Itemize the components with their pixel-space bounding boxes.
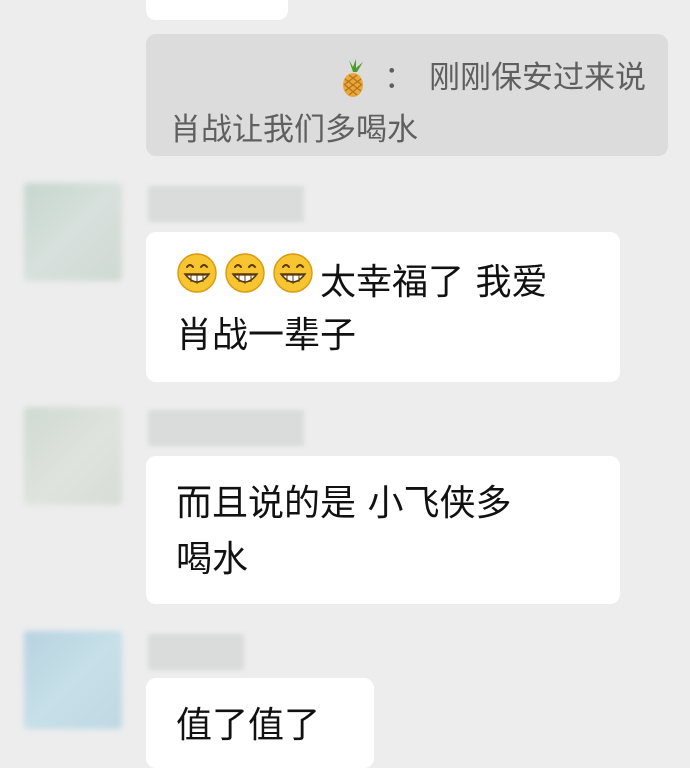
chat-area: ： 刚刚保安过来说 肖战让我们多喝水 太幸福了 我爱 肖战一辈子 而且说的是 小… bbox=[0, 0, 690, 768]
quote-text-line1: 刚刚保安过来说 bbox=[429, 60, 646, 96]
message-text: 值了值了 bbox=[176, 705, 321, 746]
sender-name bbox=[148, 186, 304, 222]
emoji-group bbox=[176, 252, 320, 294]
message-text: 肖战一辈子 bbox=[176, 315, 357, 356]
message-text: 太幸福了 我爱 bbox=[320, 262, 548, 303]
message-text: 喝水 bbox=[176, 539, 249, 580]
quoted-message[interactable]: ： 刚刚保安过来说 肖战让我们多喝水 bbox=[146, 34, 668, 156]
avatar[interactable] bbox=[24, 631, 122, 729]
message-text: 而且说的是 小飞侠多 bbox=[176, 483, 512, 524]
message-bubble[interactable]: 而且说的是 小飞侠多 喝水 bbox=[146, 456, 620, 604]
message-bubble[interactable]: 值了值了 bbox=[146, 678, 374, 768]
quote-header: ： 刚刚保安过来说 bbox=[170, 52, 646, 104]
message-bubble[interactable]: 太幸福了 我爱 肖战一辈子 bbox=[146, 232, 620, 382]
pineapple-icon bbox=[336, 58, 370, 98]
grin-emoji-icon bbox=[273, 253, 313, 293]
grin-emoji-icon bbox=[177, 253, 217, 293]
avatar[interactable] bbox=[24, 407, 122, 505]
avatar[interactable] bbox=[24, 183, 122, 281]
sender-name bbox=[148, 634, 244, 670]
message-line: 太幸福了 我爱 bbox=[176, 252, 594, 308]
sender-name bbox=[148, 410, 304, 446]
message-bubble-partial bbox=[146, 0, 288, 20]
quote-separator: ： bbox=[384, 60, 415, 96]
grin-emoji-icon bbox=[225, 253, 265, 293]
quote-text-line2: 肖战让我们多喝水 bbox=[170, 112, 418, 148]
